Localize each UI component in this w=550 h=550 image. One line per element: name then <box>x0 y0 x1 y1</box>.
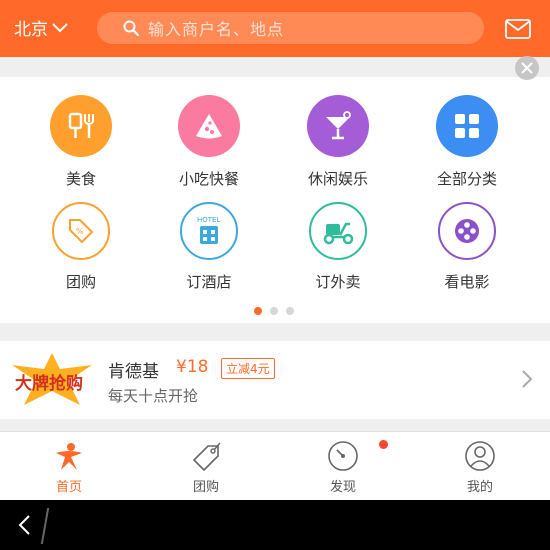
search-icon <box>123 20 139 36</box>
category-leisure[interactable]: 休闲娱乐 <box>283 95 393 189</box>
tab-label: 首页 <box>55 480 82 495</box>
coupon-tag-icon: % <box>52 202 110 260</box>
grid-icon <box>436 95 498 157</box>
category-label: 订外卖 <box>315 273 361 291</box>
film-reel-icon <box>438 202 496 260</box>
notification-dot <box>379 440 388 449</box>
page-dot[interactable] <box>286 307 294 315</box>
bottom-tab-bar: 首页 团购 发现 我的 <box>0 431 550 500</box>
back-icon[interactable] <box>17 514 31 536</box>
scooter-icon <box>309 202 367 260</box>
search-input[interactable]: 输入商户名、地点 <box>97 12 484 44</box>
chevron-down-icon <box>52 22 68 32</box>
compass-icon <box>326 439 360 473</box>
city-label: 北京 <box>14 20 48 40</box>
category-all[interactable]: 全部分类 <box>412 95 522 189</box>
page-dot-active[interactable] <box>254 307 262 315</box>
deal-title: 肯德基 <box>108 362 159 382</box>
category-food[interactable]: 美食 <box>26 95 136 189</box>
system-nav-bar <box>0 500 550 550</box>
category-takeout[interactable]: 订外卖 <box>283 202 393 292</box>
home-person-icon <box>52 439 86 473</box>
city-selector[interactable]: 北京 <box>14 15 68 40</box>
svg-text:HOTEL: HOTEL <box>197 216 220 224</box>
category-movies[interactable]: 看电影 <box>412 202 522 292</box>
search-placeholder: 输入商户名、地点 <box>148 20 285 39</box>
page-indicator <box>254 307 294 315</box>
tab-group-buy[interactable]: 团购 <box>151 432 261 495</box>
tab-home[interactable]: 首页 <box>14 432 124 495</box>
flash-deal-logo: 大牌抢购 <box>12 353 92 405</box>
tab-profile[interactable]: 我的 <box>425 432 535 495</box>
page-dot[interactable] <box>270 307 278 315</box>
top-bar: 北京 输入商户名、地点 <box>0 0 550 57</box>
category-label: 订酒店 <box>186 273 232 291</box>
flash-deal-card[interactable]: 大牌抢购 肯德基 ¥18 立减4元 每天十点开抢 <box>0 341 550 419</box>
discount-badge: 立减4元 <box>221 358 275 379</box>
category-snacks[interactable]: 小吃快餐 <box>154 95 264 189</box>
svg-text:大牌抢购: 大牌抢购 <box>15 373 83 394</box>
close-icon <box>521 62 533 74</box>
chevron-right-icon <box>522 370 532 388</box>
deal-price: ¥18 <box>176 357 209 377</box>
mail-icon[interactable] <box>505 19 531 39</box>
app-screen: 北京 输入商户名、地点 美食 小吃快餐 休闲娱乐 全部分类 % 团购 HOTEL… <box>0 0 550 550</box>
tag-icon <box>189 439 223 473</box>
hotel-icon: HOTEL <box>180 202 238 260</box>
category-panel: 美食 小吃快餐 休闲娱乐 全部分类 % 团购 HOTEL 订酒店 订外卖 看电影 <box>0 77 550 323</box>
category-label: 小吃快餐 <box>178 170 239 188</box>
category-label: 团购 <box>65 273 96 291</box>
user-icon <box>463 439 497 473</box>
category-label: 休闲娱乐 <box>307 170 368 188</box>
category-group-buy[interactable]: % 团购 <box>26 202 136 292</box>
svg-text:%: % <box>76 227 84 236</box>
cocktail-icon <box>307 95 369 157</box>
tab-label: 发现 <box>329 480 356 495</box>
fork-knife-icon <box>50 95 112 157</box>
category-label: 美食 <box>65 170 96 188</box>
pizza-slice-icon <box>178 95 240 157</box>
category-hotel[interactable]: HOTEL 订酒店 <box>154 202 264 292</box>
tab-label: 团购 <box>192 480 219 495</box>
tab-label: 我的 <box>466 480 493 495</box>
category-label: 全部分类 <box>436 170 497 188</box>
nav-divider <box>40 508 50 544</box>
category-label: 看电影 <box>444 273 490 291</box>
close-banner-button[interactable] <box>515 56 539 80</box>
deal-subtitle: 每天十点开抢 <box>108 387 199 405</box>
